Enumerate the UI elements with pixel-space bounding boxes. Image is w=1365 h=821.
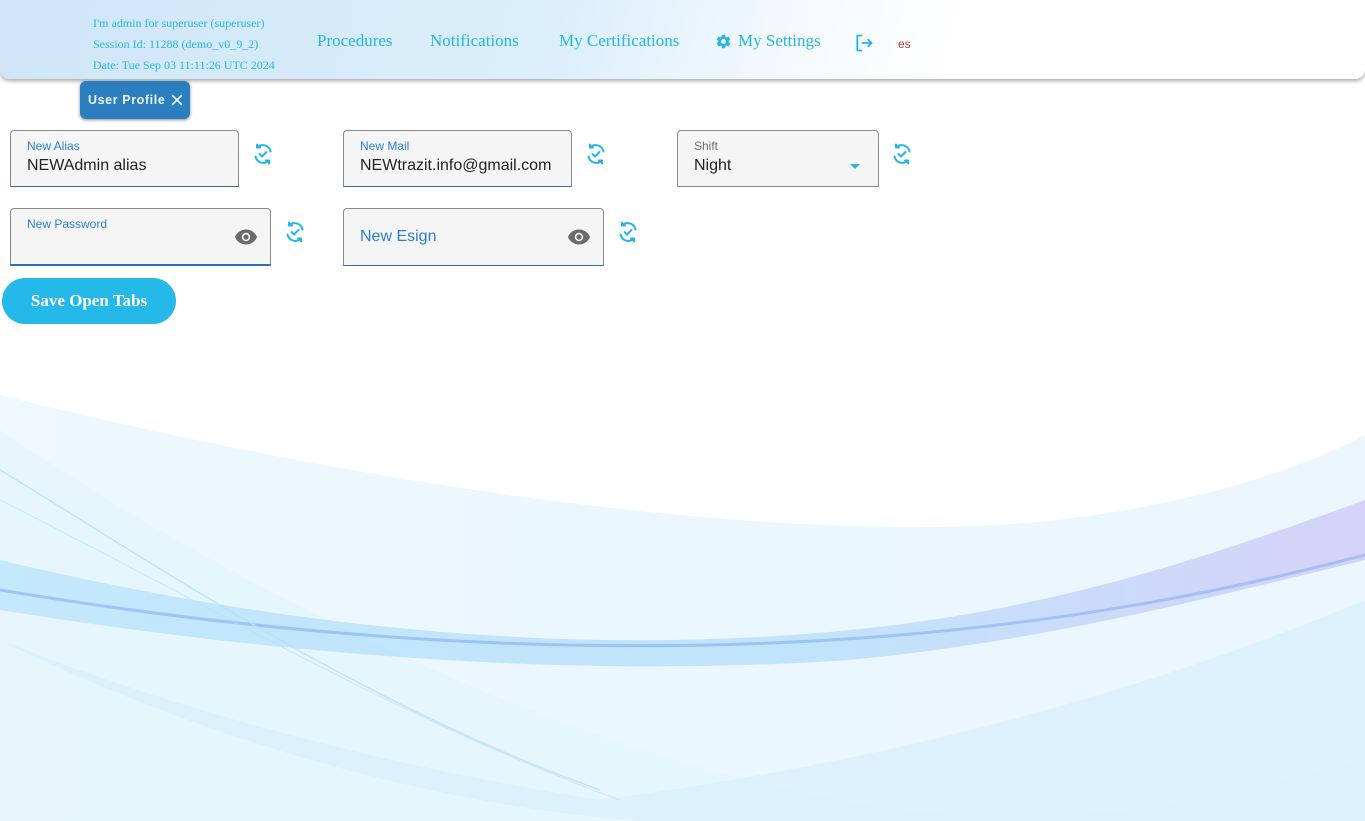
refresh-check-icon [286, 221, 304, 243]
password-label: New Password [27, 217, 108, 231]
logout-icon [856, 34, 873, 52]
esign-refresh-button[interactable] [616, 220, 640, 249]
tab-close-button[interactable] [170, 93, 184, 107]
shift-refresh-button[interactable] [890, 142, 914, 171]
password-field[interactable]: New Password [10, 208, 271, 266]
session-info: I'm admin for superuser (superuser) Sess… [93, 13, 275, 76]
nav-my-settings[interactable]: My Settings [715, 31, 821, 51]
esign-input[interactable]: New Esign [360, 228, 436, 246]
password-refresh-button[interactable] [283, 220, 307, 249]
mail-field[interactable]: New Mail NEWtrazit.info@gmail.com [343, 130, 572, 187]
alias-input[interactable]: NEWAdmin alias [27, 157, 146, 175]
refresh-check-icon [893, 143, 911, 165]
nav-certifications[interactable]: My Certifications [559, 31, 679, 51]
alias-label: New Alias [27, 139, 80, 153]
caret-down-icon [850, 164, 860, 169]
mail-refresh-button[interactable] [584, 142, 608, 171]
shift-select[interactable]: Shift Night [677, 130, 879, 187]
user-line: I'm admin for superuser (superuser) [93, 16, 265, 30]
nav-procedures[interactable]: Procedures [317, 31, 393, 51]
shift-value: Night [694, 157, 732, 174]
gear-icon [716, 34, 731, 48]
esign-visibility-toggle[interactable] [567, 228, 591, 251]
password-visibility-toggle[interactable] [234, 228, 258, 251]
mail-label: New Mail [360, 139, 410, 153]
date-line: Date: Tue Sep 03 11:11:26 UTC 2024 [93, 58, 275, 72]
language-switch[interactable]: es [898, 37, 911, 51]
save-open-tabs-button[interactable]: Save Open Tabs [2, 278, 176, 324]
top-header: I'm admin for superuser (superuser) Sess… [0, 0, 1365, 79]
refresh-check-icon [619, 221, 637, 243]
nav-notifications[interactable]: Notifications [430, 31, 519, 51]
nav-my-settings-label: My Settings [738, 31, 821, 50]
alias-refresh-button[interactable] [251, 142, 275, 171]
eye-icon [568, 229, 590, 245]
logout-button[interactable] [854, 33, 874, 58]
eye-icon [235, 229, 257, 245]
esign-field[interactable]: New Esign [343, 208, 604, 266]
tab-user-profile-label: User Profile [88, 93, 166, 107]
background-waves [0, 395, 1365, 821]
refresh-check-icon [254, 143, 272, 165]
alias-field[interactable]: New Alias NEWAdmin alias [10, 130, 239, 187]
session-id-line: Session Id: 11288 (demo_v0_9_2) [93, 37, 259, 51]
tab-user-profile[interactable]: User Profile [80, 81, 190, 119]
refresh-check-icon [587, 143, 605, 165]
mail-input[interactable]: NEWtrazit.info@gmail.com [360, 157, 551, 175]
close-icon [171, 94, 183, 106]
shift-dropdown-toggle[interactable] [850, 157, 860, 175]
shift-label: Shift [694, 139, 719, 153]
